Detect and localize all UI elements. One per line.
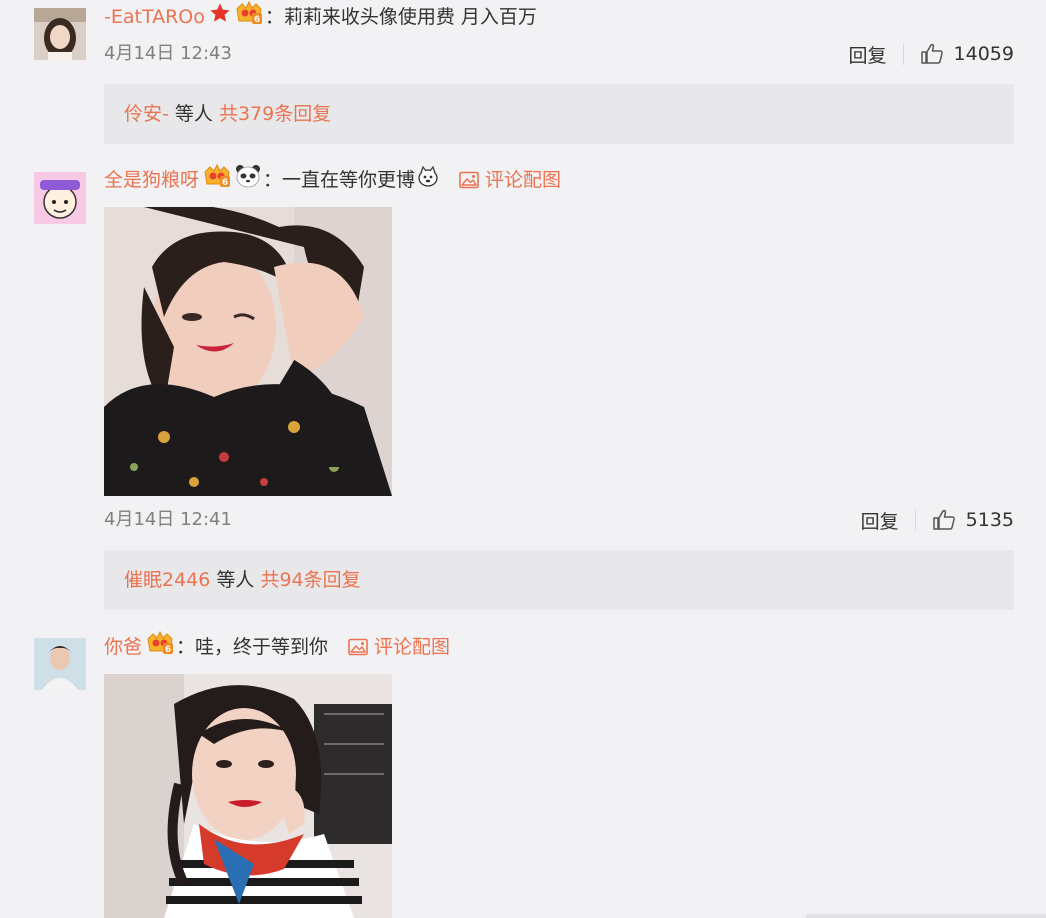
like-count: 14059 [953,43,1014,65]
comment-image-label: 评论配图 [374,636,451,658]
reply-button[interactable]: 回复 [849,41,887,68]
comment-image-label: 评论配图 [485,169,562,191]
thumbs-up-icon [932,509,955,530]
like-button[interactable]: 14059 [920,43,1014,65]
reply-button[interactable]: 回复 [861,507,899,534]
reply-username[interactable]: 伶安- [124,103,169,125]
reply-others-label: 等人 [168,103,219,125]
comment-text: 莉莉来收头像使用费 月入百万 [283,6,537,28]
vip-crown-icon[interactable]: 6 [235,0,263,34]
divider [902,43,904,65]
replies-summary[interactable]: 催眠2446 等人 共94条回复 [104,550,1014,610]
svg-text:6: 6 [165,645,171,655]
svg-text:6: 6 [254,15,260,25]
replies-summary[interactable]: 伶安- 等人 共379条回复 [104,84,1014,144]
panda-emoji-icon [235,164,261,197]
comment-image-link[interactable]: 评论配图 [459,165,561,195]
comment-photo[interactable] [104,207,392,496]
vip-crown-icon[interactable]: 6 [203,163,231,197]
colon: ： [176,636,196,658]
timestamp: 4月14日 12:41 [104,509,232,530]
username[interactable]: -EatTAROo [104,2,205,32]
avatar[interactable] [34,638,86,690]
comment-text: 哇，终于等到你 [195,636,329,658]
reply-total-link[interactable]: 共94条回复 [260,569,360,591]
reply-others-label: 等人 [210,569,261,591]
image-icon [459,171,479,189]
vip-crown-icon[interactable]: 6 [146,630,174,664]
red-star-icon [209,2,231,33]
avatar[interactable] [34,172,86,224]
reply-username[interactable]: 催眠2446 [124,569,210,591]
colon: ： [264,6,284,28]
avatar[interactable] [34,8,86,60]
comment-text: 一直在等你更博 [282,169,416,191]
comment-actions: 回复 5135 [861,507,1014,534]
colon: ： [263,169,283,191]
svg-text:6: 6 [222,178,228,188]
comment-photo[interactable] [104,674,392,918]
username[interactable]: 全是狗粮呀 [104,165,199,195]
like-count: 5135 [965,509,1014,531]
like-button[interactable]: 5135 [932,509,1014,531]
doge-emoji-icon [417,165,439,196]
image-icon [348,638,368,656]
comment-item: -EatTAROo 6 ： 莉莉来收头像使用费 月入百万 4月14日 12:43… [0,0,1046,150]
reply-total-link[interactable]: 共379条回复 [219,103,331,125]
comment-actions: 回复 14059 [849,41,1014,68]
thumbs-up-icon [920,43,943,64]
divider [914,509,916,531]
scrollbar[interactable] [806,914,1046,918]
comment-image-link[interactable]: 评论配图 [348,632,450,662]
username[interactable]: 你爸 [104,632,142,662]
timestamp: 4月14日 12:43 [104,43,232,64]
